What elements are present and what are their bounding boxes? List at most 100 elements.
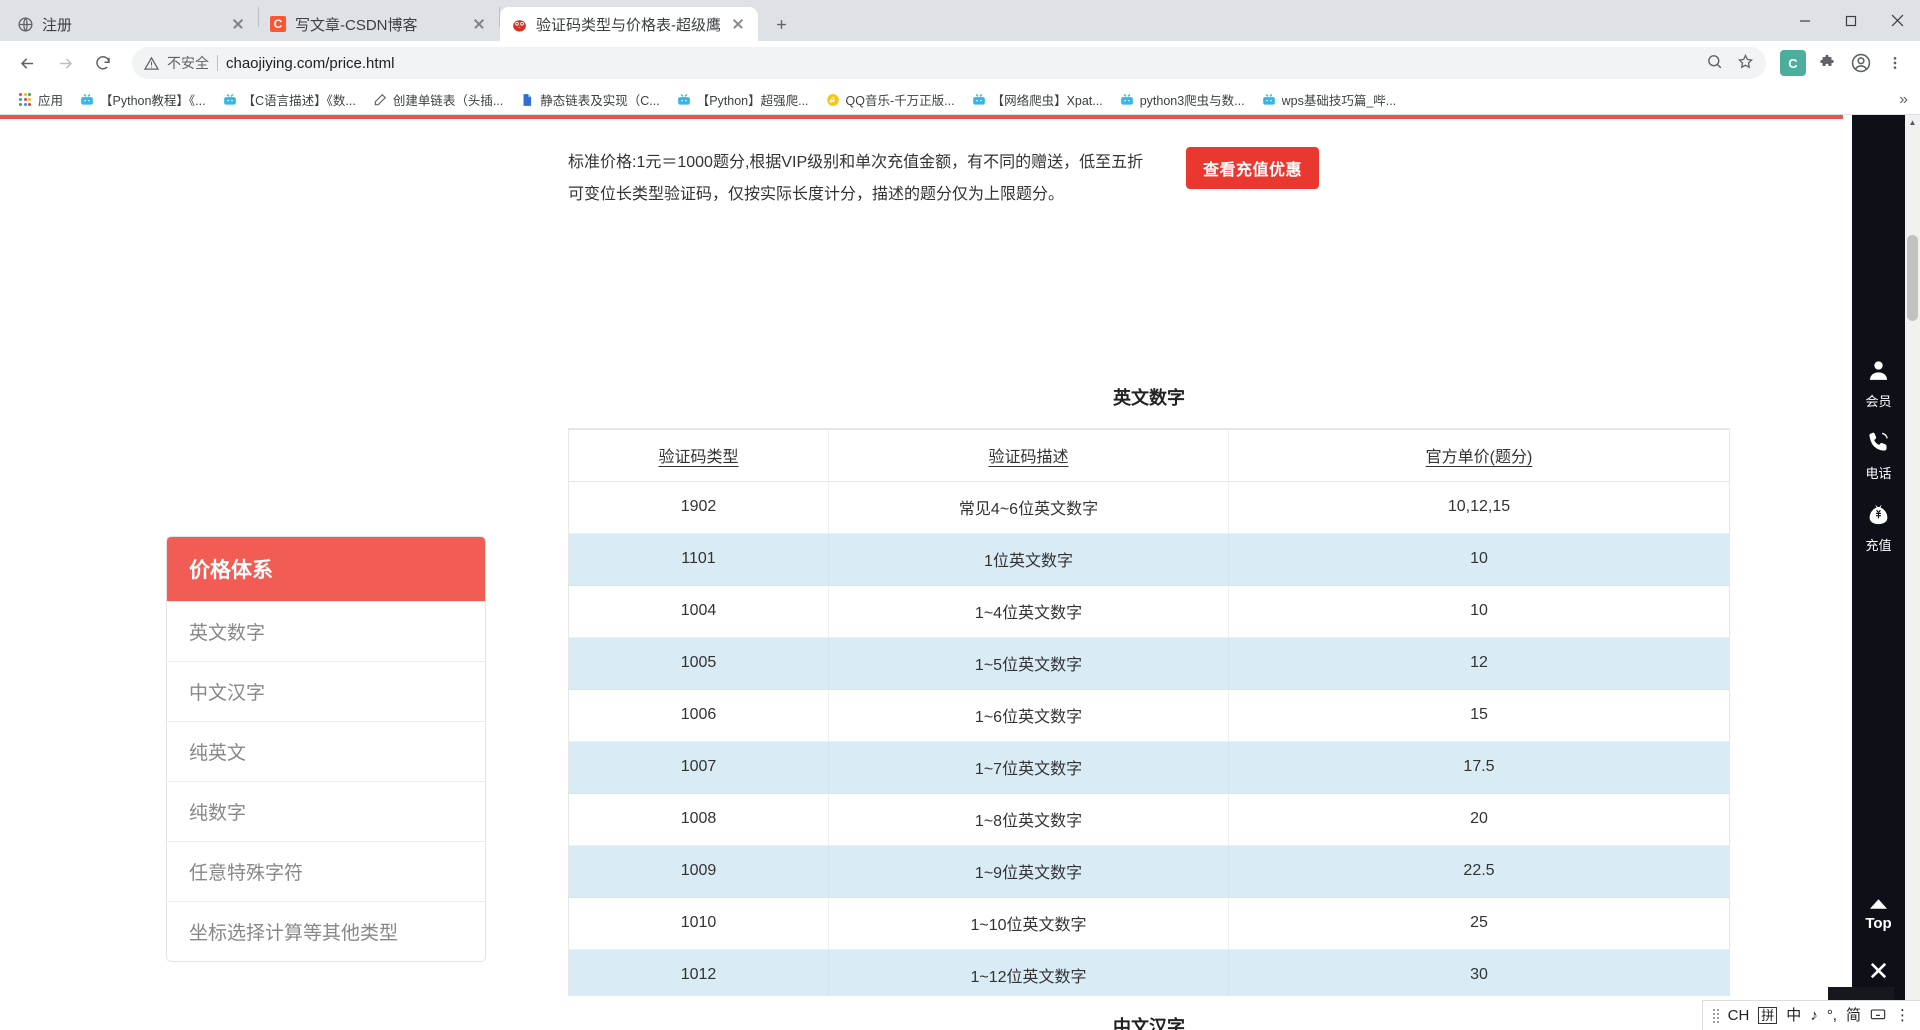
cell-description: 1~9位英文数字 [829,846,1229,898]
table-row: 1007 1~7位英文数字 17.5 [569,742,1730,794]
bookmark-item[interactable]: 【Python】超强爬... [669,87,816,112]
view-recharge-offers-button[interactable]: 查看充值优惠 [1186,147,1319,189]
bookmark-label: 【Python教程】《... [100,90,206,109]
scrollbar-thumb[interactable] [1907,235,1918,321]
ime-punctuation-toggle[interactable]: °, [1827,1008,1837,1023]
bookmark-item[interactable]: 【C语言描述】《数... [215,87,363,112]
address-bar[interactable]: 不安全 chaojiying.com/price.html [132,47,1766,79]
table-row: 1902 常见4~6位英文数字 10,12,15 [569,482,1730,534]
money-bag-icon [1866,502,1891,532]
sidebar-item-special-chars[interactable]: 任意特殊字符 [167,841,485,901]
bookmark-item[interactable]: 创建单链表（头插... [365,87,510,112]
ime-overlay-chip [1828,987,1894,1000]
cell-price: 10 [1229,586,1730,638]
scroll-up-arrow-icon[interactable]: ▲ [1905,115,1920,130]
sidebar-item-coordinate-types[interactable]: 坐标选择计算等其他类型 [167,901,485,961]
new-tab-button[interactable] [764,7,798,41]
table-header-row: 验证码类型 验证码描述 官方单价(题分) [569,430,1730,482]
cell-description: 1~7位英文数字 [829,742,1229,794]
bookmarks-overflow-button[interactable]: » [1893,89,1914,111]
tab-title: 验证码类型与价格表-超级鹰验证 [536,14,720,35]
cell-type: 1007 [569,742,829,794]
dock-item-phone[interactable]: 电话 [1852,430,1905,482]
dock-item-recharge[interactable]: 充值 [1852,502,1905,554]
ime-fullwidth-toggle[interactable]: 中 [1786,1008,1801,1023]
bookmark-item[interactable]: 静态链表及实现（C... [512,87,666,112]
zoom-magnifier-icon[interactable] [1706,53,1723,74]
notice-line-2: 可变位长类型验证码，仅按实际长度计分，描述的题分仅为上限题分。 [568,179,1188,211]
soft-keyboard-icon[interactable] [1870,1006,1886,1025]
minimize-icon[interactable] [1782,0,1828,41]
bookmark-item[interactable]: 【网络爬虫】Xpat... [964,87,1110,112]
close-icon[interactable] [228,14,248,34]
sidebar-item-english-digits[interactable]: 英文数字 [167,601,485,661]
ime-language-label[interactable]: CH [1728,1008,1750,1023]
webpage-content: 标准价格:1元＝1000题分,根据VIP级别和单次充值金额，有不同的赠送，低至五… [0,115,1920,1030]
table-row: 1009 1~9位英文数字 22.5 [569,846,1730,898]
puzzle-icon[interactable] [1812,48,1842,78]
back-to-top-button[interactable]: Top [1865,897,1891,932]
reload-icon[interactable] [86,46,120,80]
csdn-pen-icon [372,92,388,108]
bookmark-item[interactable]: python3爬虫与数... [1112,87,1252,112]
cell-type: 1004 [569,586,829,638]
user-icon [1866,358,1891,388]
bookmark-item[interactable]: wps基础技巧篇_哔... [1254,87,1404,112]
bookmark-item[interactable]: QQ音乐-千万正版... [818,87,962,112]
table-row: 1008 1~8位英文数字 20 [569,794,1730,846]
dock-item-member[interactable]: 会员 [1852,358,1905,410]
three-dot-menu-icon[interactable] [1880,48,1910,78]
browser-tab-3[interactable]: 验证码类型与价格表-超级鹰验证 [500,7,758,41]
pricing-table-english-wrap: 英文数字 验证码类型 验证码描述 官方单价(题分) 1902 常见4~6 [568,367,1730,1030]
sidebar-item-pure-digits[interactable]: 纯数字 [167,781,485,841]
bookmark-item[interactable]: 【Python教程】《... [72,87,213,112]
bookmark-label: python3爬虫与数... [1140,90,1245,109]
cell-description: 1~12位英文数字 [829,950,1229,1002]
browser-tab-1[interactable]: 注册 [6,7,258,41]
ime-drag-handle-icon[interactable] [1713,1009,1719,1023]
ime-pinyin-mode-button[interactable]: 拼 [1758,1007,1777,1024]
ime-tone-toggle[interactable]: ♪ [1810,1008,1818,1023]
close-icon[interactable] [1874,0,1920,41]
star-icon[interactable] [1737,53,1754,74]
extension-badge-icon[interactable]: C [1778,48,1808,78]
table-row: 1101 1位英文数字 10 [569,534,1730,586]
table-row: 1010 1~10位英文数字 25 [569,898,1730,950]
ime-simplified-toggle[interactable]: 简 [1846,1008,1861,1023]
table-caption: 英文数字 [568,367,1730,429]
dock-close-button[interactable]: ✕ [1868,958,1890,984]
pricing-sidebar: 价格体系 英文数字 中文汉字 纯英文 纯数字 任意特殊字符 坐标选择计算等其他类… [166,536,486,962]
not-secure-warning-icon[interactable] [144,56,159,71]
cell-type: 1009 [569,846,829,898]
pricing-table-english: 英文数字 验证码类型 验证码描述 官方单价(题分) 1902 常见4~6 [568,367,1730,1030]
sidebar-item-chinese-characters[interactable]: 中文汉字 [167,661,485,721]
close-icon[interactable] [469,14,489,34]
cell-price: 10 [1229,534,1730,586]
cell-price: 30 [1229,950,1730,1002]
maximize-icon[interactable] [1828,0,1874,41]
pricing-table-chinese: 中文汉字 验证码类型 验证码描述 官方单价(题分) 2001 1位纯汉字 [568,996,1730,1030]
cell-price: 10,12,15 [1229,482,1730,534]
tab-title: 写文章-CSDN博客 [295,14,461,35]
bookmark-label: 【Python】超强爬... [697,90,809,109]
pricing-notice: 标准价格:1元＝1000题分,根据VIP级别和单次充值金额，有不同的赠送，低至五… [568,147,1188,211]
chrome-browser-window: 注册 C 写文章-CSDN博客 验证码类型与价格表-超级鹰验证 [0,0,1920,1030]
col-header-type: 验证码类型 [569,430,829,482]
chaojiying-icon [510,15,528,33]
profile-avatar-icon[interactable] [1846,48,1876,78]
bookmark-label: 【C语言描述】《数... [243,90,356,109]
back-arrow-icon[interactable] [10,46,44,80]
page-scrollbar[interactable]: ▲ ▼ [1905,115,1920,1030]
tab-strip: 注册 C 写文章-CSDN博客 验证码类型与价格表-超级鹰验证 [0,0,1920,41]
cell-description: 1~5位英文数字 [829,638,1229,690]
globe-icon [16,15,34,33]
apps-shortcut[interactable]: 应用 [10,87,70,112]
ime-more-button[interactable]: ⋮ [1895,1008,1910,1023]
cell-price: 17.5 [1229,742,1730,794]
browser-tab-2[interactable]: C 写文章-CSDN博客 [259,7,499,41]
forward-arrow-icon [48,46,82,80]
close-icon[interactable] [728,14,748,34]
sidebar-item-pure-english[interactable]: 纯英文 [167,721,485,781]
bookmark-label: 创建单链表（头插... [393,90,503,109]
bookmarks-bar: 应用 【Python教程】《... 【C语言描述】《数... 创建单链表（头插.… [0,85,1920,115]
